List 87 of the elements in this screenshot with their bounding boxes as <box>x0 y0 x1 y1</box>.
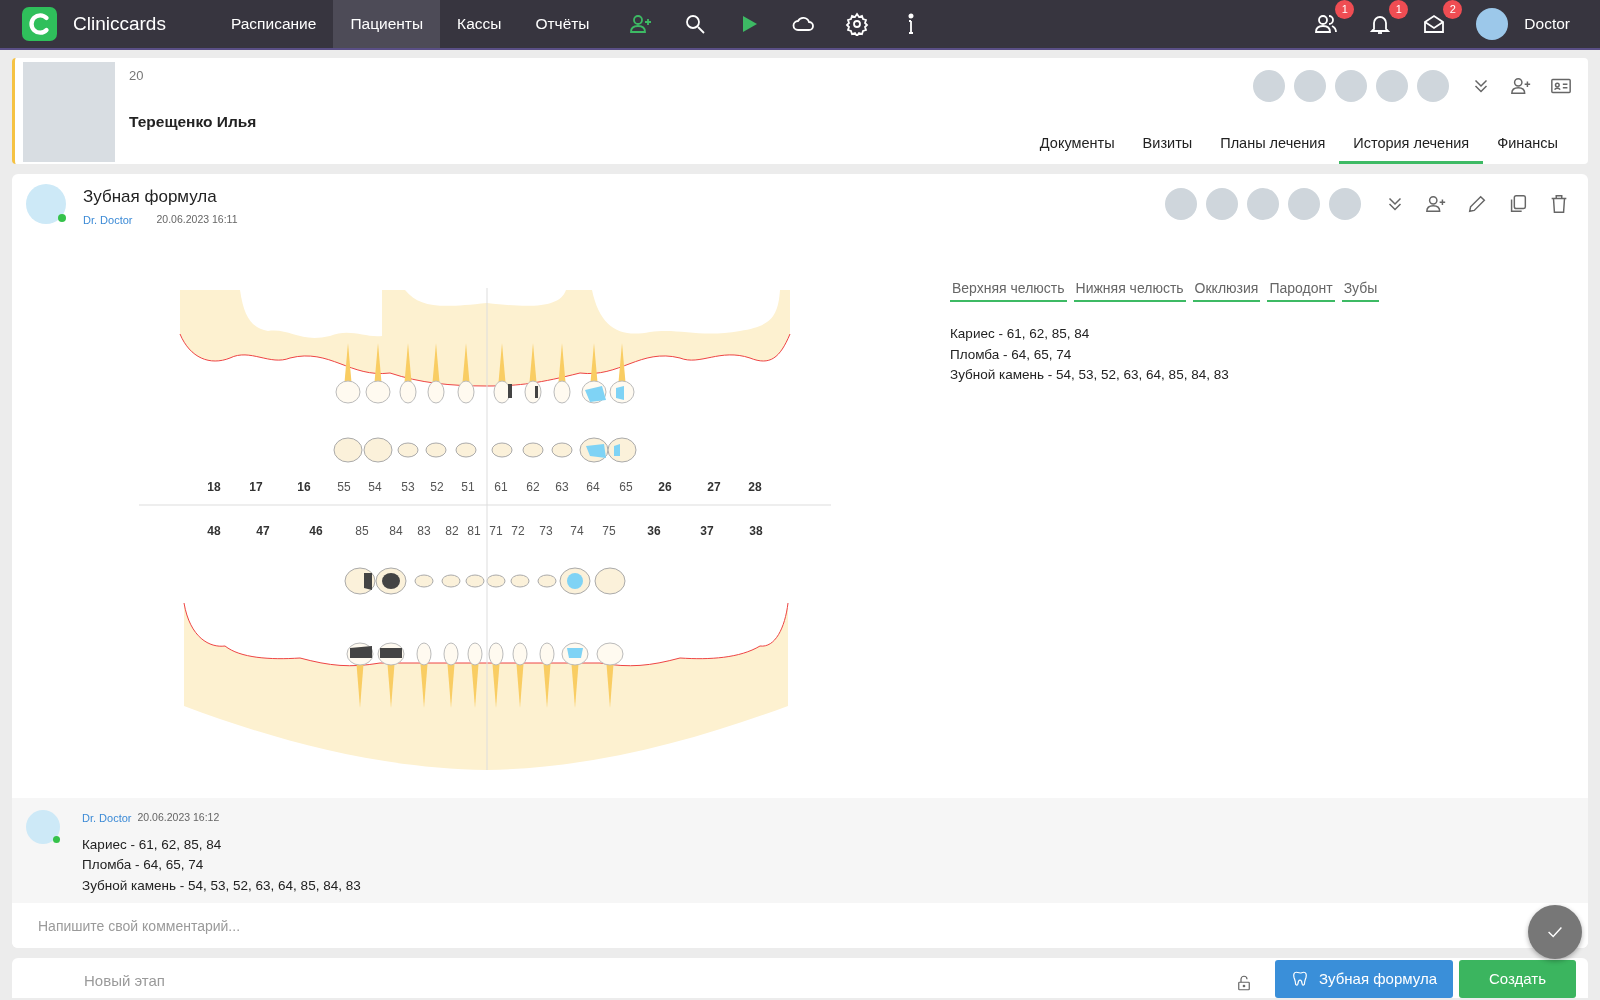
tab[interactable]: Финансы <box>1483 133 1572 164</box>
tooth-number[interactable]: 61 <box>494 480 508 494</box>
tooth-number[interactable]: 75 <box>602 524 616 538</box>
tooth-number[interactable]: 28 <box>748 480 762 494</box>
doctor-avatar[interactable] <box>1294 70 1326 102</box>
tooth-number[interactable]: 18 <box>207 480 221 494</box>
online-dot <box>53 836 60 843</box>
tooth-number[interactable]: 27 <box>707 480 721 494</box>
tooth-number[interactable]: 47 <box>256 524 270 538</box>
comment-date: 20.06.2023 16:12 <box>137 810 220 825</box>
tooth-number[interactable]: 48 <box>207 524 221 538</box>
logo-icon[interactable] <box>22 7 57 41</box>
summary-line: Зубной камень - 54, 53, 52, 63, 64, 85, 84, 83 <box>950 366 1230 384</box>
tooth-number[interactable]: 73 <box>539 524 553 538</box>
chart-tab[interactable]: Зубы <box>1341 278 1380 302</box>
record-title: Зубная формула <box>83 186 218 208</box>
nav-menu-item[interactable]: Пациенты <box>333 0 441 48</box>
settings-icon[interactable] <box>844 12 869 36</box>
tab[interactable]: Планы лечения <box>1206 133 1340 164</box>
tooth-number[interactable]: 81 <box>467 524 481 538</box>
add-user-icon[interactable] <box>1425 193 1447 215</box>
patient-name: Терещенко Илья <box>129 111 257 132</box>
add-user-icon[interactable] <box>628 12 653 36</box>
tooth-number[interactable]: 17 <box>249 480 263 494</box>
doctor-avatar[interactable] <box>1376 70 1408 102</box>
tooth-number[interactable]: 51 <box>461 480 475 494</box>
tooth-number[interactable]: 54 <box>368 480 382 494</box>
comment-line: Кариес - 61, 62, 85, 84 <box>82 835 223 854</box>
tooth-top-view-drawing[interactable] <box>375 567 407 595</box>
summary-line: Кариес - 61, 62, 85, 84 <box>950 325 1091 343</box>
tooth-number[interactable]: 36 <box>647 524 661 538</box>
doctor-avatar[interactable] <box>1335 70 1367 102</box>
tooth-number[interactable]: 82 <box>445 524 459 538</box>
tooth-number[interactable]: 85 <box>355 524 369 538</box>
tooth-number[interactable]: 38 <box>749 524 763 538</box>
doctor-avatar[interactable] <box>1329 188 1361 220</box>
tooth-number[interactable]: 62 <box>526 480 540 494</box>
tooth-top-view-drawing[interactable] <box>344 567 376 595</box>
nav-menu-item[interactable]: Отчёты <box>518 0 607 48</box>
users-icon[interactable] <box>1314 12 1339 36</box>
tab[interactable]: История лечения <box>1339 133 1484 164</box>
user-name[interactable]: Doctor <box>1524 12 1570 36</box>
doctor-avatar[interactable] <box>1253 70 1285 102</box>
tooth-number[interactable]: 72 <box>511 524 525 538</box>
author-link[interactable]: Dr. Doctor <box>83 211 133 228</box>
tooth-number[interactable]: 65 <box>619 480 633 494</box>
tooth-number[interactable]: 83 <box>417 524 431 538</box>
doctor-avatar[interactable] <box>1247 188 1279 220</box>
avatar[interactable] <box>1476 8 1509 40</box>
notification-count: 1 <box>1335 0 1355 19</box>
online-dot <box>58 214 66 222</box>
tooth-number[interactable]: 74 <box>570 524 584 538</box>
nav-menu-item[interactable]: Расписание <box>213 0 334 48</box>
doctor-avatar[interactable] <box>1206 188 1238 220</box>
tooth-number[interactable]: 63 <box>555 480 569 494</box>
tooth-number[interactable]: 53 <box>401 480 415 494</box>
mail-icon[interactable] <box>1422 12 1447 36</box>
tooth-number[interactable]: 64 <box>586 480 600 494</box>
summary-line: Пломба - 64, 65, 74 <box>950 345 1073 364</box>
tooth-number[interactable]: 71 <box>489 524 503 538</box>
edit-icon[interactable] <box>1466 193 1488 215</box>
chart-tab[interactable]: Пародонт <box>1267 278 1335 302</box>
add-user-icon[interactable] <box>1510 75 1532 97</box>
notification-count: 1 <box>1389 0 1409 19</box>
tooth-number[interactable]: 55 <box>337 480 351 494</box>
tooth-number[interactable]: 26 <box>658 480 672 494</box>
tooth-number[interactable]: 37 <box>700 524 714 538</box>
doctor-avatar[interactable] <box>1165 188 1197 220</box>
chart-tab[interactable]: Нижняя челюсть <box>1073 278 1186 302</box>
tab[interactable]: Визиты <box>1128 133 1207 164</box>
tooth-number[interactable]: 84 <box>389 524 403 538</box>
comment-line: Зубной камень - 54, 53, 52, 63, 64, 85, 84, 83 <box>82 876 361 895</box>
notification-count: 2 <box>1443 0 1463 19</box>
brand-name[interactable]: Cliniccards <box>73 9 166 39</box>
record-date: 20.06.2023 16:11 <box>156 211 238 227</box>
doctor-avatar[interactable] <box>1417 70 1449 102</box>
tooth-number[interactable]: 52 <box>430 480 444 494</box>
tooth-number[interactable]: 16 <box>297 480 311 494</box>
chart-tab[interactable]: Окклюзия <box>1192 278 1261 302</box>
patient-age: 20 <box>129 67 145 85</box>
chart-tab[interactable]: Верхняя челюсть <box>950 278 1067 302</box>
tooth-number[interactable]: 46 <box>309 524 323 538</box>
comment-line: Пломба - 64, 65, 74 <box>82 856 205 874</box>
author-link[interactable]: Dr. Doctor <box>82 810 132 827</box>
doctor-avatar[interactable] <box>1288 188 1320 220</box>
nav-menu-item[interactable]: Кассы <box>440 0 519 48</box>
tab[interactable]: Документы <box>1025 133 1129 164</box>
